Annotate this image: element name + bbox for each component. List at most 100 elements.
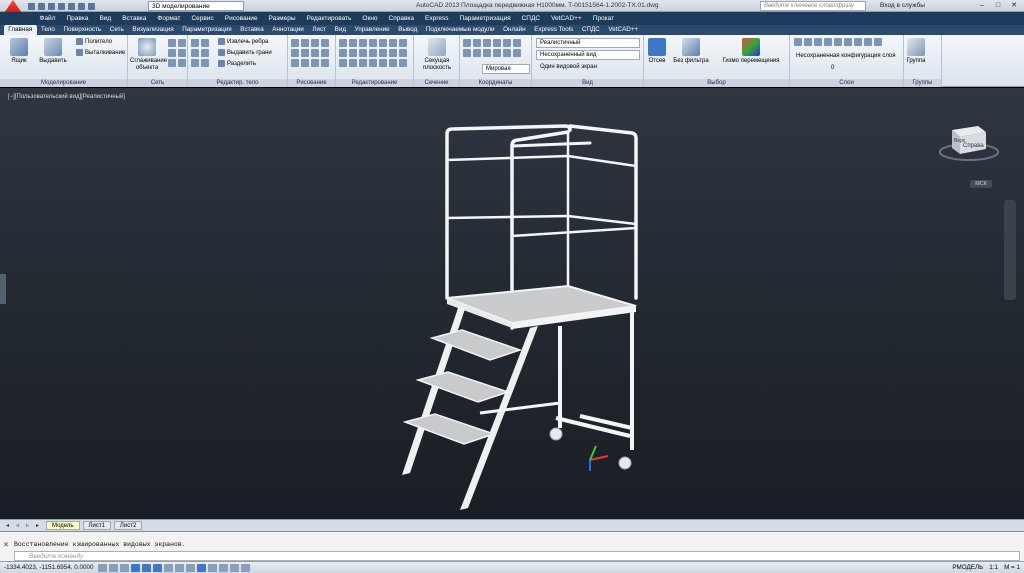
model-space-toggle[interactable]: РМОДЕЛЬ bbox=[952, 564, 983, 571]
mesh-tool-icon[interactable] bbox=[178, 49, 186, 57]
menu-spds[interactable]: СПДС bbox=[516, 15, 545, 22]
lengthen-icon[interactable] bbox=[389, 59, 397, 67]
extract-edges-button[interactable]: Извлечь ребра bbox=[218, 38, 268, 47]
prev-tab-icon[interactable]: ◃ bbox=[16, 522, 23, 529]
last-tab-icon[interactable]: ▸ bbox=[36, 522, 43, 529]
ucs-y-icon[interactable] bbox=[483, 39, 491, 47]
ucs-face-icon[interactable] bbox=[483, 49, 491, 57]
thicken-icon[interactable] bbox=[201, 59, 209, 67]
workspace-scale[interactable]: М = 1 bbox=[1004, 564, 1020, 571]
group-button[interactable]: Группа bbox=[905, 38, 927, 65]
dropdown-icon[interactable] bbox=[321, 39, 329, 47]
mesh-tool-icon[interactable] bbox=[168, 59, 176, 67]
coordinates-readout[interactable]: -1334.4023, -1151.6954, 0.0000 bbox=[4, 564, 94, 571]
copy-icon[interactable] bbox=[339, 49, 347, 57]
layer-state-select[interactable]: Несохраненная конфигурация слоя bbox=[792, 51, 902, 61]
menu-vetcad[interactable]: VetCAD++ bbox=[546, 15, 588, 22]
tab-layout1[interactable]: Лист1 bbox=[82, 521, 111, 530]
viewcube-top-label[interactable]: Верх bbox=[954, 138, 966, 144]
extend-icon[interactable] bbox=[369, 39, 377, 47]
command-input[interactable]: Введите команду bbox=[14, 551, 1020, 561]
tab-view[interactable]: Вид bbox=[330, 25, 350, 35]
ucs-z-icon[interactable] bbox=[493, 39, 501, 47]
layer-icon[interactable] bbox=[814, 38, 822, 46]
polysolid-button[interactable]: Политело bbox=[76, 38, 112, 47]
separate-button[interactable]: Разделить bbox=[218, 60, 256, 69]
signin-button[interactable]: Вход в службы bbox=[880, 2, 925, 9]
hatch-icon[interactable] bbox=[291, 59, 299, 67]
tab-insert[interactable]: Вставка bbox=[236, 25, 268, 35]
extrude-faces-button[interactable]: Выдавить грани bbox=[218, 49, 272, 58]
ucs-x-icon[interactable] bbox=[473, 39, 481, 47]
menu-help[interactable]: Справка bbox=[383, 15, 420, 22]
tab-surface[interactable]: Поверхность bbox=[59, 25, 105, 35]
named-view-select[interactable]: Несохраненный вид bbox=[536, 50, 640, 60]
layer-icon[interactable] bbox=[804, 38, 812, 46]
wcs-menu[interactable]: МСК bbox=[970, 180, 992, 188]
ucs-object-icon[interactable] bbox=[473, 49, 481, 57]
align-icon[interactable] bbox=[359, 59, 367, 67]
panel-title-view[interactable]: Вид bbox=[532, 79, 643, 87]
panel-title-selection[interactable]: Выбор bbox=[644, 79, 789, 87]
interfere-icon[interactable] bbox=[201, 49, 209, 57]
drawing-viewport[interactable]: [−][Пользовательский вид][Реалистичный] bbox=[0, 88, 1024, 519]
layer-icon[interactable] bbox=[834, 38, 842, 46]
gizmo-button[interactable]: Гизмо перемещения bbox=[716, 38, 786, 65]
rotate-icon[interactable] bbox=[349, 39, 357, 47]
save-as-icon[interactable] bbox=[58, 2, 65, 10]
menu-edit[interactable]: Правка bbox=[61, 15, 94, 22]
arc-icon[interactable] bbox=[311, 39, 319, 47]
close-command-icon[interactable]: ✕ bbox=[3, 541, 9, 549]
visual-style-select[interactable]: Реалистичный bbox=[536, 38, 640, 48]
menu-modify[interactable]: Редактировать bbox=[301, 15, 357, 22]
redo-icon[interactable] bbox=[88, 2, 95, 10]
smooth-object-button[interactable]: Сглаживание объекта bbox=[130, 38, 167, 72]
navigation-bar[interactable] bbox=[1004, 200, 1016, 300]
maximize-icon[interactable]: □ bbox=[991, 1, 1005, 10]
osnap-icon[interactable] bbox=[142, 564, 151, 572]
tab-mesh[interactable]: Сеть bbox=[105, 25, 128, 35]
point-icon[interactable] bbox=[321, 59, 329, 67]
join-icon[interactable] bbox=[379, 59, 387, 67]
layer-props-icon[interactable] bbox=[794, 38, 802, 46]
presspull-button[interactable]: Выталкивание bbox=[76, 49, 125, 58]
chamfer-icon[interactable] bbox=[389, 39, 397, 47]
mesh-tool-icon[interactable] bbox=[178, 59, 186, 67]
panel-title-draw[interactable]: Рисование bbox=[288, 79, 335, 87]
ucs-select[interactable]: Мировая bbox=[482, 64, 530, 74]
polyline-icon[interactable] bbox=[301, 39, 309, 47]
tab-model[interactable]: Модель bbox=[46, 521, 80, 530]
region-icon[interactable] bbox=[301, 59, 309, 67]
rectangle-icon[interactable] bbox=[301, 49, 309, 57]
mirror-icon[interactable] bbox=[349, 49, 357, 57]
layer-icon[interactable] bbox=[844, 38, 852, 46]
circle-icon[interactable] bbox=[311, 49, 319, 57]
more-icon[interactable] bbox=[399, 39, 407, 47]
open-icon[interactable] bbox=[38, 2, 45, 10]
otrack-icon[interactable] bbox=[164, 564, 173, 572]
culling-button[interactable]: Отсев bbox=[646, 38, 668, 65]
explode-icon[interactable] bbox=[349, 59, 357, 67]
panel-title-coordinates[interactable]: Координаты bbox=[460, 79, 531, 87]
mesh-tool-icon[interactable] bbox=[178, 39, 186, 47]
snap-icon[interactable] bbox=[98, 564, 107, 572]
ucs-icon[interactable] bbox=[463, 39, 471, 47]
menu-format[interactable]: Формат bbox=[152, 15, 186, 22]
mesh-tool-icon[interactable] bbox=[168, 49, 176, 57]
subtract-icon[interactable] bbox=[201, 39, 209, 47]
offset-icon[interactable] bbox=[389, 49, 397, 57]
ucs-world-icon[interactable] bbox=[513, 39, 521, 47]
polar-icon[interactable] bbox=[131, 564, 140, 572]
extrude-button[interactable]: Выдавить bbox=[36, 38, 70, 65]
save-icon[interactable] bbox=[48, 2, 55, 10]
trim-icon[interactable] bbox=[359, 39, 367, 47]
panel-title-layers[interactable]: Слои bbox=[790, 79, 903, 87]
viewcube[interactable]: Справа Верх bbox=[938, 118, 1000, 164]
next-tab-icon[interactable]: ▹ bbox=[26, 522, 33, 529]
minimize-icon[interactable]: – bbox=[975, 1, 989, 10]
viewports-select[interactable]: Один видовой экран bbox=[536, 62, 640, 72]
scale-icon[interactable] bbox=[369, 49, 377, 57]
union-icon[interactable] bbox=[191, 39, 199, 47]
menu-file[interactable]: Файл bbox=[34, 15, 61, 22]
tab-express-tools[interactable]: Express Tools bbox=[530, 25, 578, 35]
